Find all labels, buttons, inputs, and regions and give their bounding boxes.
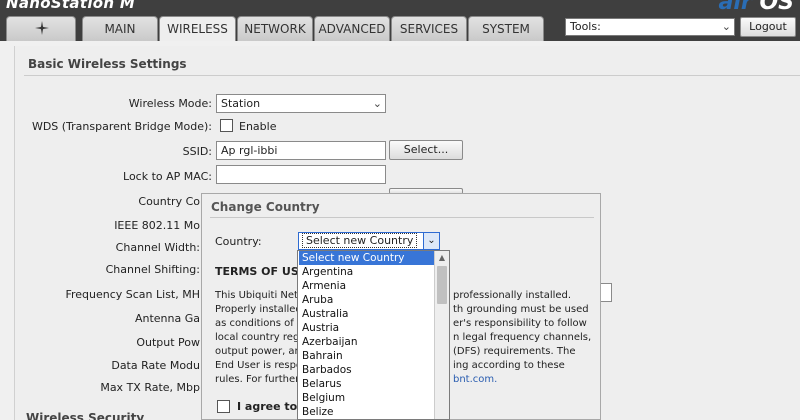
tab-network-label: NETWORK	[244, 22, 306, 36]
dialog-divider	[210, 217, 594, 218]
channel-shifting-label: Channel Shifting:	[105, 263, 200, 276]
country-dropdown-list: Select new Country Argentina Armenia Aru…	[297, 250, 450, 420]
terms-text-line: n legal frequency channels,	[453, 332, 592, 343]
top-header: NanoStation M air OS MAIN WIRELESS NETWO…	[0, 0, 800, 42]
wds-label: WDS (Transparent Bridge Mode):	[31, 120, 212, 133]
agree-label: I agree to t	[237, 400, 307, 413]
tab-main[interactable]: MAIN	[82, 16, 158, 41]
country-option[interactable]: Barbados	[299, 363, 434, 377]
ssid-select-button[interactable]: Select...	[389, 140, 463, 160]
country-option[interactable]: Australia	[299, 307, 434, 321]
terms-text-line: rules. For further	[215, 374, 300, 385]
output-power-label: Output Pow	[136, 336, 200, 349]
logout-button[interactable]: Logout	[740, 17, 796, 37]
wireless-mode-value: Station	[221, 97, 261, 110]
chevron-down-icon: ⌄	[721, 20, 731, 33]
country-option[interactable]: Belarus	[299, 377, 434, 391]
agree-checkbox[interactable]	[217, 400, 230, 413]
antenna-gain-label: Antenna Ga	[134, 312, 200, 325]
country-option[interactable]: Belize	[299, 405, 434, 419]
terms-text-line: professionally installed.	[453, 290, 572, 301]
frequency-scan-input[interactable]	[601, 283, 612, 302]
terms-text-line: er's responsibility to follow	[453, 318, 587, 329]
lock-ap-mac-input[interactable]	[216, 165, 386, 184]
tab-system-label: SYSTEM	[482, 22, 530, 36]
dialog-title: Change Country	[211, 200, 320, 214]
country-option[interactable]: Austria	[299, 321, 434, 335]
tab-network[interactable]: NETWORK	[237, 16, 313, 41]
terms-text-line: output power, an	[215, 346, 301, 357]
terms-text-line: as conditions of p	[215, 318, 304, 329]
tab-services[interactable]: SERVICES	[391, 16, 467, 41]
dropdown-scrollbar[interactable]: ▲	[434, 251, 449, 419]
ssid-value: Ap rgl-ibbi	[221, 144, 278, 157]
scroll-up-icon[interactable]: ▲	[435, 251, 449, 265]
country-select-value: Select new Country	[302, 233, 418, 248]
country-label: Country:	[215, 235, 262, 248]
max-tx-rate-label: Max TX Rate, Mbp	[100, 381, 200, 394]
country-option[interactable]: Aruba	[299, 293, 434, 307]
ssid-input[interactable]: Ap rgl-ibbi	[216, 141, 386, 160]
wds-enable-label: Enable	[239, 120, 277, 133]
country-option[interactable]: Bahrain	[299, 349, 434, 363]
ubiquiti-logo-icon	[35, 21, 49, 35]
section-title: Basic Wireless Settings	[28, 57, 187, 71]
country-code-label: Country Co	[138, 195, 200, 208]
data-rate-label: Data Rate Modu	[111, 359, 200, 372]
tab-wireless-label: WIRELESS	[167, 22, 228, 36]
brand-name: NanoStation M	[6, 0, 136, 12]
frequency-scan-label: Frequency Scan List, MH	[65, 288, 200, 301]
lock-ap-label: Lock to AP MAC:	[123, 170, 212, 183]
ieee-mode-label: IEEE 802.11 Mo	[114, 219, 200, 232]
wireless-mode-select[interactable]: Station ⌄	[216, 94, 386, 113]
terms-text-line: Properly installed	[215, 304, 302, 315]
channel-width-label: Channel Width:	[115, 241, 200, 254]
section-divider	[24, 75, 800, 76]
terms-title: TERMS OF USE	[215, 265, 307, 278]
tab-advanced[interactable]: ADVANCED	[314, 16, 390, 41]
wds-enable-checkbox[interactable]	[220, 119, 233, 132]
country-option[interactable]: Select new Country	[299, 251, 434, 265]
tab-ubnt-logo[interactable]	[6, 16, 76, 41]
country-option[interactable]: Azerbaijan	[299, 335, 434, 349]
country-option[interactable]: Armenia	[299, 279, 434, 293]
wireless-mode-label: Wireless Mode:	[128, 97, 212, 110]
airos-logo: air OS	[719, 0, 794, 15]
tools-select-value: Tools:	[570, 20, 601, 33]
chevron-down-icon[interactable]: ⌄	[423, 233, 439, 249]
tab-system[interactable]: SYSTEM	[468, 16, 544, 41]
terms-text-line: This Ubiquiti Netw	[215, 290, 307, 301]
terms-text-line: (DFS) requirements. The	[453, 346, 576, 357]
terms-link[interactable]: bnt.com.	[453, 374, 497, 385]
tab-main-label: MAIN	[104, 22, 136, 36]
tab-wireless[interactable]: WIRELESS	[159, 16, 236, 42]
terms-text-line: local country regu	[215, 332, 306, 343]
tools-select[interactable]: Tools: ⌄	[565, 18, 735, 36]
scrollbar-thumb[interactable]	[437, 266, 447, 304]
terms-text-line: End User is respo	[215, 360, 303, 371]
terms-text-line: th grounding must be used	[453, 304, 589, 315]
country-option[interactable]: Argentina	[299, 265, 434, 279]
airos-prefix: air	[718, 0, 752, 15]
country-select[interactable]: Select new Country ⌄	[298, 232, 440, 250]
terms-text-line: ing according to these	[453, 360, 565, 371]
tab-advanced-label: ADVANCED	[318, 22, 386, 36]
country-option[interactable]: Belgium	[299, 391, 434, 405]
tab-services-label: SERVICES	[399, 22, 459, 36]
airos-suffix: OS	[759, 0, 794, 15]
ssid-label: SSID:	[182, 145, 212, 158]
chevron-down-icon: ⌄	[372, 97, 382, 110]
brand-logo: NanoStation M	[6, 0, 135, 12]
wireless-security-title: Wireless Security	[26, 411, 145, 420]
